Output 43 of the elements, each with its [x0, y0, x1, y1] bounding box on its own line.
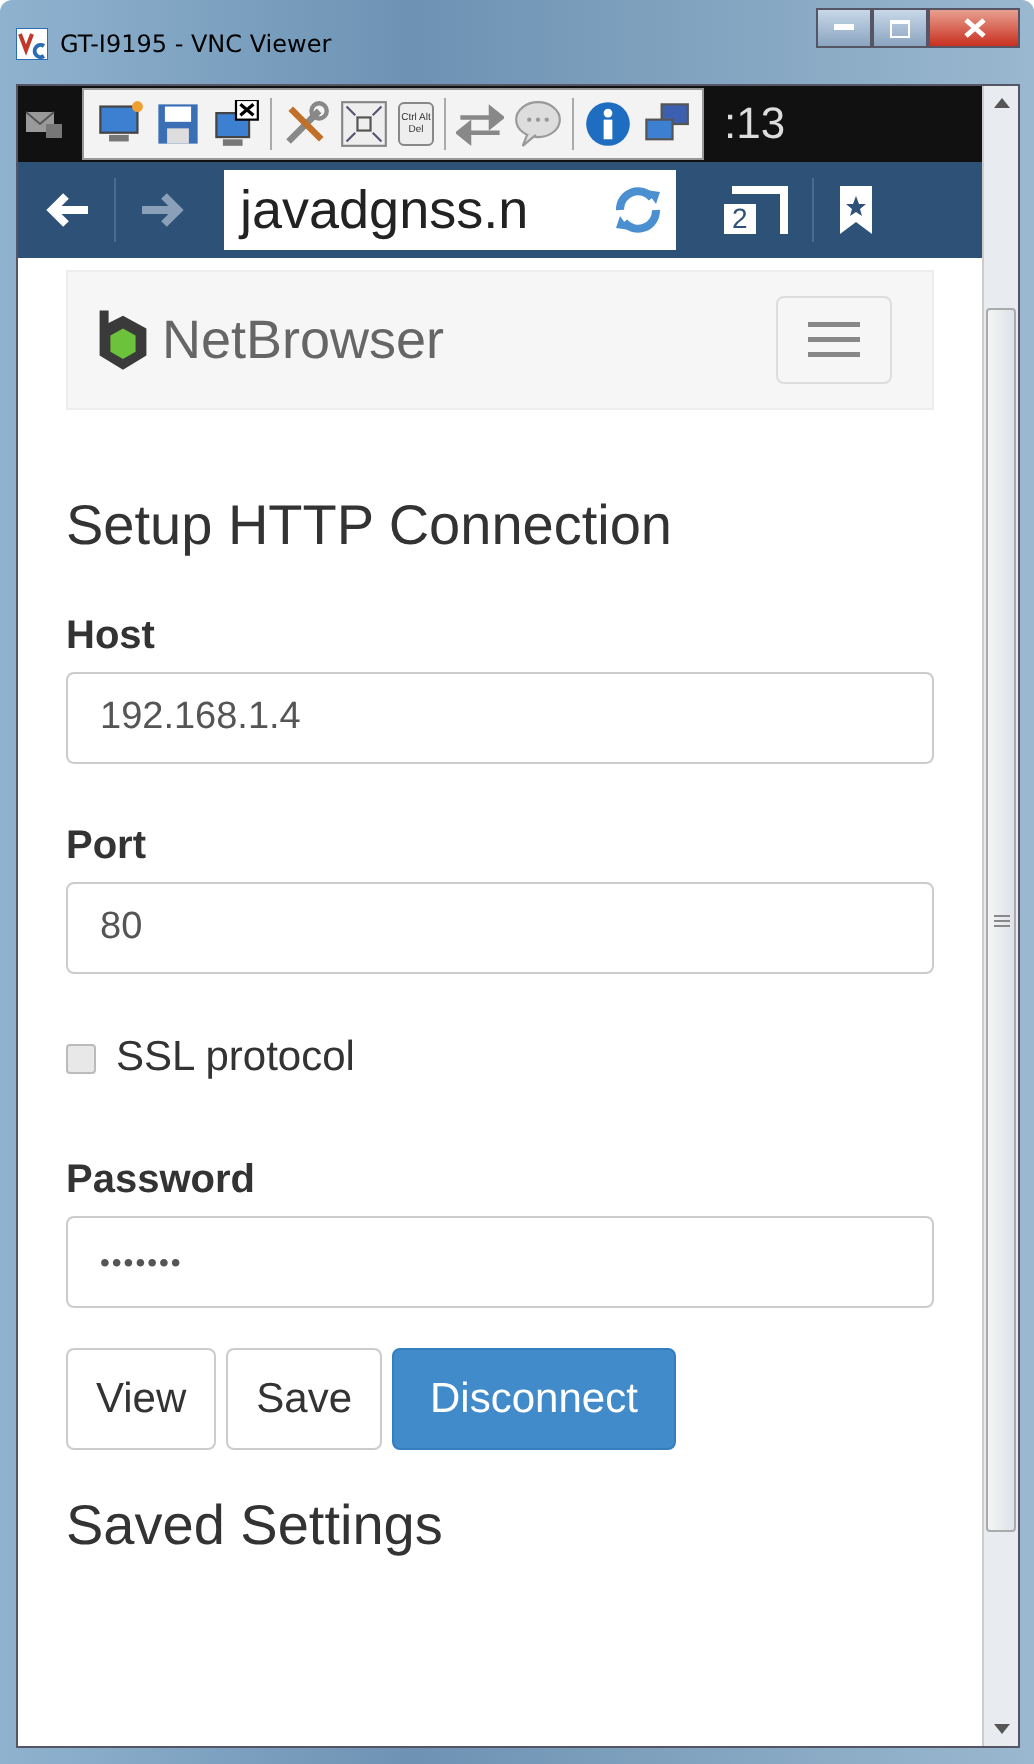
scroll-up-icon[interactable]	[993, 98, 1009, 108]
bookmark-icon[interactable]	[838, 184, 874, 236]
input-field[interactable]: 80	[66, 882, 934, 974]
action-button[interactable]: Save	[226, 1348, 383, 1450]
reload-icon[interactable]	[612, 184, 664, 236]
form-heading: Setup HTTP Connection	[66, 494, 674, 558]
maximize-icon	[890, 19, 910, 37]
field-label: Password	[66, 1158, 257, 1204]
transfer-arrows-icon[interactable]	[456, 100, 504, 148]
disconnect-icon[interactable]	[212, 100, 260, 148]
hexagon-logo-icon	[96, 307, 150, 373]
save-icon[interactable]	[154, 100, 202, 148]
fullscreen-icon[interactable]	[340, 100, 388, 148]
maximize-button[interactable]	[872, 8, 928, 48]
brand-name[interactable]: NetBrowser	[162, 309, 445, 371]
tools-icon[interactable]	[282, 100, 330, 148]
field-label: Port	[66, 824, 148, 870]
close-icon	[963, 18, 985, 38]
minimize-icon	[834, 24, 854, 32]
back-arrow-icon[interactable]	[46, 192, 90, 228]
input-field[interactable]: 192.168.1.4	[66, 672, 934, 764]
input-field[interactable]: •••••••	[66, 1216, 934, 1308]
grip-icon	[993, 913, 1009, 927]
url-field[interactable]: javadgnss.n	[224, 170, 676, 250]
section-heading: Saved Settings	[66, 1494, 445, 1558]
window-title: GT-I9195 - VNC Viewer	[60, 30, 332, 58]
ssl-checkbox[interactable]	[66, 1043, 96, 1073]
checkbox-label: SSL protocol	[116, 1034, 355, 1082]
vnc-logo-icon	[16, 28, 48, 60]
field-label: Host	[66, 614, 157, 660]
action-button[interactable]: View	[66, 1348, 217, 1450]
close-button[interactable]	[928, 8, 1020, 48]
menu-button[interactable]	[776, 296, 892, 384]
scroll-down-icon[interactable]	[993, 1724, 1009, 1734]
minimize-button[interactable]	[816, 8, 872, 48]
forward-arrow-icon[interactable]	[140, 192, 184, 228]
info-icon[interactable]	[584, 100, 632, 148]
message-icon	[26, 110, 62, 138]
scrollbar[interactable]	[982, 86, 1018, 1746]
menu-icon	[808, 322, 860, 358]
chat-icon[interactable]	[514, 100, 562, 148]
primary-button[interactable]: Disconnect	[392, 1348, 676, 1450]
clock-text: :13	[724, 98, 786, 150]
